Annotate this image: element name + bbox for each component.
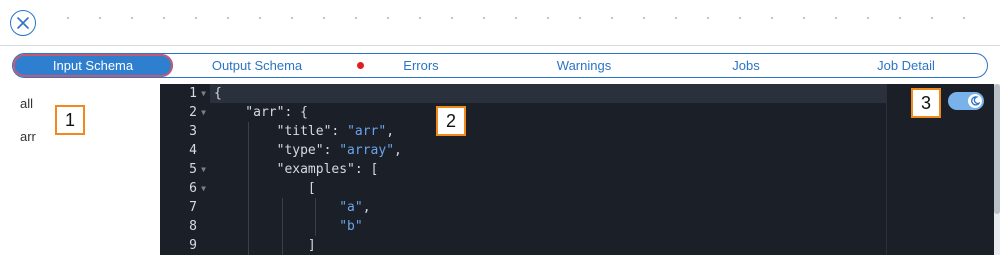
callout-2: 2 — [436, 106, 466, 136]
line-number: 6 ▼ — [160, 179, 210, 198]
tab-output-schema[interactable]: Output Schema — [173, 54, 341, 77]
tab-job-detail[interactable]: Job Detail — [825, 54, 987, 77]
line-number: 8 — [189, 219, 197, 234]
code-line: "type": "array", — [214, 143, 402, 158]
code-line: "a", — [339, 200, 371, 215]
line-number: 3 — [189, 124, 197, 139]
line-gutter: 1 ▼ 2 ▼ 3 4 5 ▼ 6 ▼ 7 8 9 — [160, 84, 210, 255]
theme-toggle[interactable] — [948, 92, 984, 110]
code-line: [ — [214, 181, 316, 196]
callout-1: 1 — [55, 105, 85, 135]
schema-sidebar: all arr 1 — [0, 84, 160, 255]
tab-warnings[interactable]: Warnings — [501, 54, 667, 77]
code-line: "examples": [ — [214, 162, 379, 177]
close-icon — [17, 17, 29, 29]
code-line: ] — [214, 238, 316, 253]
line-number: 7 — [189, 200, 197, 215]
close-button[interactable] — [10, 10, 36, 36]
dotted-divider — [52, 17, 992, 19]
code-line: "b" — [339, 219, 363, 234]
fold-arrow-icon[interactable]: ▼ — [197, 184, 210, 193]
line-number: 4 — [189, 143, 197, 158]
callout-3: 3 — [911, 88, 941, 118]
editor-scrollbar[interactable] — [994, 84, 1000, 255]
code-line: "title": "arr", — [214, 124, 395, 139]
sidebar-item-all[interactable]: all — [20, 96, 33, 111]
tab-bar: Input Schema Output Schema Errors Warnin… — [12, 53, 988, 78]
tab-input-schema[interactable]: Input Schema — [13, 54, 173, 77]
fold-arrow-icon[interactable]: ▼ — [197, 108, 210, 117]
scrollbar-thumb[interactable] — [994, 84, 1000, 214]
code-line: { — [214, 86, 222, 101]
tab-jobs[interactable]: Jobs — [667, 54, 825, 77]
active-line-highlight — [160, 84, 886, 103]
line-number: 2 ▼ — [160, 103, 210, 122]
moon-icon — [971, 96, 980, 106]
sidebar-item-arr[interactable]: arr — [20, 129, 36, 144]
json-editor[interactable]: 1 ▼ 2 ▼ 3 4 5 ▼ 6 ▼ 7 8 9 { "arr": { "title"… — [160, 84, 994, 255]
code-line: "arr": { — [214, 105, 308, 120]
line-number: 1 ▼ — [160, 84, 210, 103]
line-number: 9 — [189, 238, 197, 253]
fold-arrow-icon[interactable]: ▼ — [197, 165, 210, 174]
toggle-knob — [968, 94, 982, 108]
line-number: 5 ▼ — [160, 160, 210, 179]
tab-errors[interactable]: Errors — [341, 54, 501, 77]
top-bar — [0, 0, 1000, 46]
fold-arrow-icon[interactable]: ▼ — [197, 89, 210, 98]
